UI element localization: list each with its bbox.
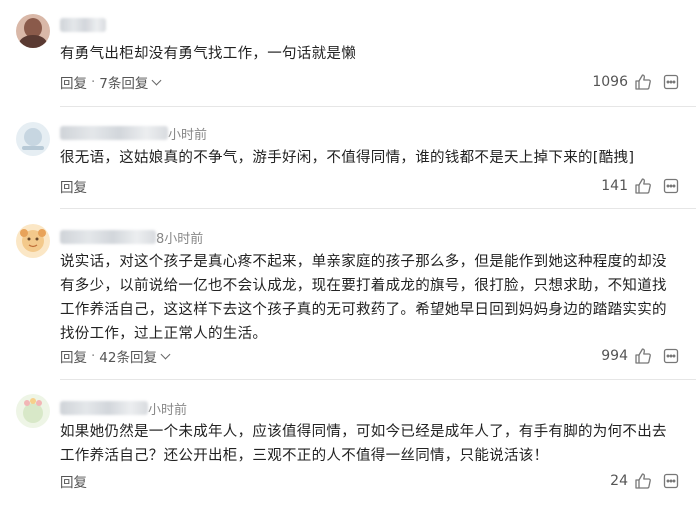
reply-button[interactable]: 回复: [60, 471, 87, 491]
comment-actions: 回复: [60, 471, 87, 491]
comment-right-actions: 24: [610, 470, 682, 492]
avatar[interactable]: [16, 224, 50, 258]
comment-meta: 小时前: [60, 399, 188, 418]
more-icon[interactable]: [660, 71, 682, 93]
reply-button[interactable]: 回复: [60, 72, 87, 92]
view-replies-button[interactable]: 7条回复: [99, 72, 162, 92]
avatar[interactable]: [16, 394, 50, 428]
separator-dot: ·: [91, 74, 96, 90]
username-blurred[interactable]: [60, 18, 106, 32]
like-count: 24: [610, 473, 628, 489]
separator-dot: ·: [91, 348, 96, 364]
comment-text: 有勇气出柜却没有勇气找工作，一句话就是懒: [60, 46, 356, 62]
thumbs-up-icon[interactable]: [632, 175, 654, 197]
replies-count-label: 7条回复: [99, 76, 149, 92]
comment-actions: 回复 · 7条回复: [60, 72, 162, 92]
view-replies-button[interactable]: 42条回复: [99, 346, 171, 366]
comment-actions: 回复 · 42条回复: [60, 346, 171, 366]
more-icon[interactable]: [660, 175, 682, 197]
thumbs-up-icon[interactable]: [632, 345, 654, 367]
comment-meta: [60, 16, 106, 34]
comment-text: 如果她仍然是一个未成年人，应该值得同情，可如今已经是成年人了，有手有脚的为何不出…: [60, 424, 667, 464]
comment-right-actions: 994: [601, 345, 682, 367]
comment-actions: 回复: [60, 176, 87, 196]
chevron-down-icon: [160, 349, 171, 360]
chevron-down-icon: [151, 75, 162, 86]
like-count: 141: [601, 178, 628, 194]
username-blurred[interactable]: [60, 126, 168, 140]
comment-time: 小时前: [148, 402, 188, 418]
comment-right-actions: 141: [601, 175, 682, 197]
divider: [60, 208, 696, 209]
more-icon[interactable]: [660, 470, 682, 492]
comment-time: 8小时前: [156, 231, 204, 247]
comment-right-actions: 1096: [592, 71, 682, 93]
like-count: 1096: [592, 74, 628, 90]
comment-meta: 8小时前: [60, 228, 204, 247]
comment-text: 说实话，对这个孩子是真心疼不起来，单亲家庭的孩子那么多，但是能作到她这种程度的却…: [60, 254, 667, 342]
more-icon[interactable]: [660, 345, 682, 367]
divider: [60, 379, 696, 380]
thumbs-up-icon[interactable]: [632, 470, 654, 492]
divider: [60, 106, 696, 107]
comment-text: 很无语，这姑娘真的不争气，游手好闲，不值得同情，谁的钱都不是天上掉下来的[酷拽]: [60, 150, 635, 166]
avatar[interactable]: [16, 14, 50, 48]
username-blurred[interactable]: [60, 230, 156, 244]
username-blurred[interactable]: [60, 401, 148, 415]
comment-meta: 小时前: [60, 124, 208, 143]
replies-count-label: 42条回复: [99, 350, 157, 366]
like-count: 994: [601, 348, 628, 364]
thumbs-up-icon[interactable]: [632, 71, 654, 93]
reply-button[interactable]: 回复: [60, 176, 87, 196]
reply-button[interactable]: 回复: [60, 346, 87, 366]
avatar[interactable]: [16, 122, 50, 156]
comment-time: 小时前: [168, 127, 208, 143]
